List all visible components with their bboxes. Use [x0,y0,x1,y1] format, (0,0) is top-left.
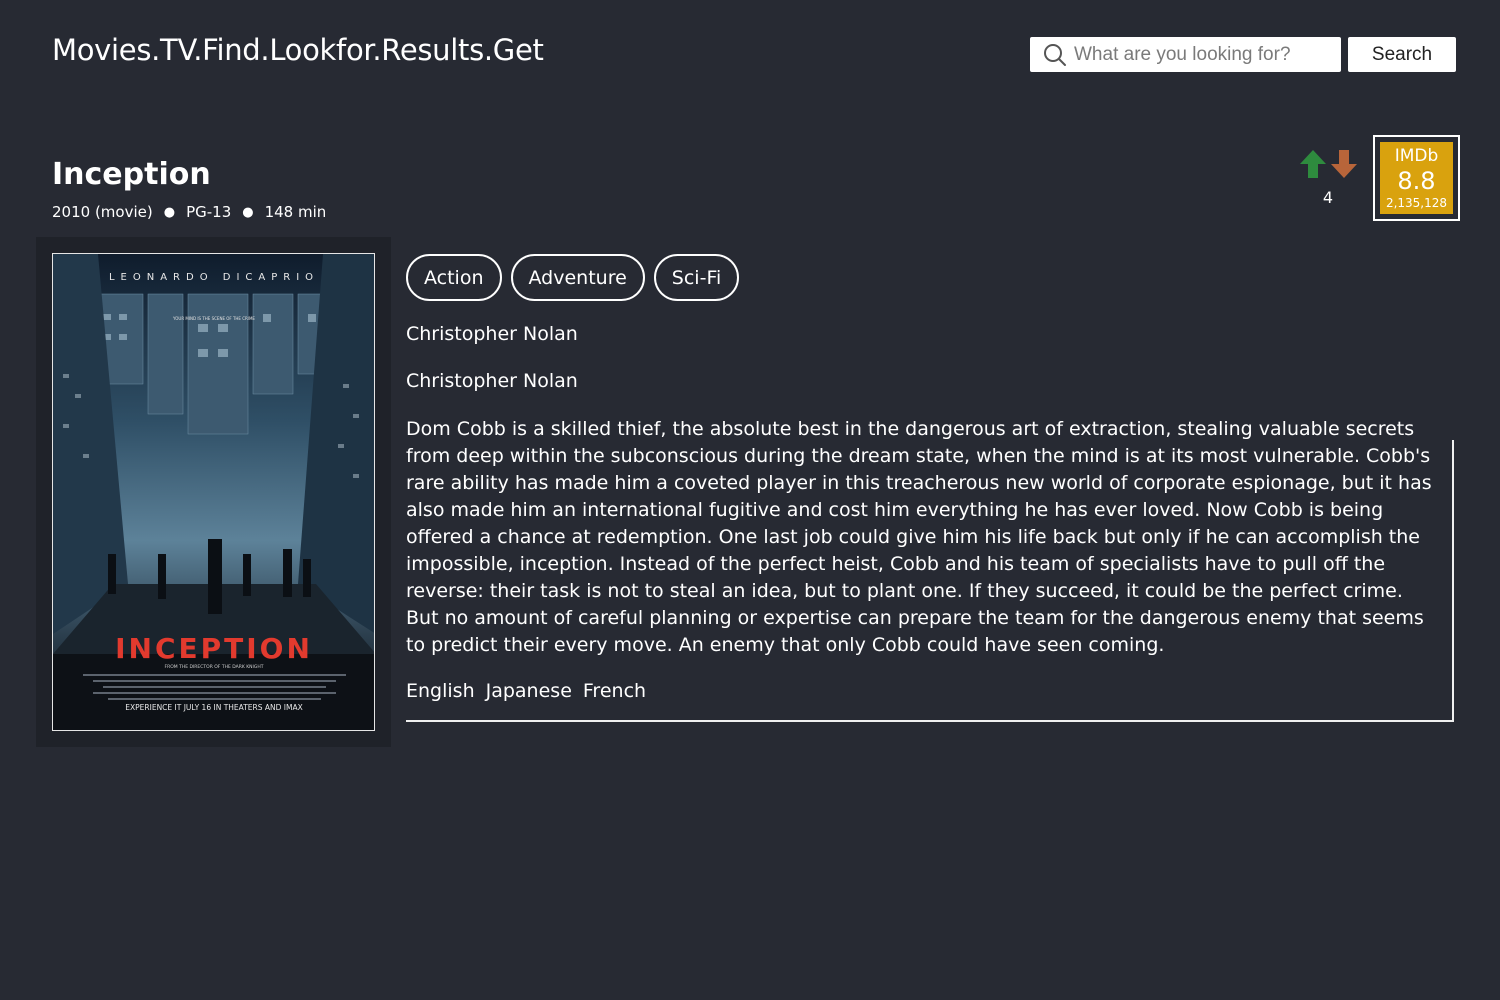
vote-widget: 4 [1296,148,1360,212]
vote-count: 4 [1322,188,1334,207]
meta-separator: ● [242,204,254,220]
language-item: English [406,680,475,702]
site-title[interactable]: Movies.TV.Find.Lookfor.Results.Get [52,33,544,67]
search-button[interactable]: Search [1348,37,1456,72]
search-box[interactable] [1030,37,1341,72]
genre-list: Action Adventure Sci-Fi [406,254,748,301]
plot-summary: Dom Cobb is a skilled thief, the absolut… [406,418,1432,656]
poster-tagline: YOUR MIND IS THE SCENE OF THE CRIME [172,316,255,321]
poster-artwork: LEONARDO DICAPRIO YOUR MIND IS THE SCENE… [53,254,374,730]
genre-tag[interactable]: Sci-Fi [653,254,740,301]
language-list: English Japanese French [406,680,657,702]
arrow-down-icon[interactable] [1329,148,1359,180]
poster-frame: LEONARDO DICAPRIO YOUR MIND IS THE SCENE… [36,237,391,747]
movie-meta: 2010 (movie) ● PG-13 ● 148 min [52,203,326,221]
imdb-badge-inner: IMDb 8.8 2,135,128 [1380,142,1453,214]
director-name: Christopher Nolan [406,323,578,345]
poster-title-text: INCEPTION [115,632,313,665]
search-icon [1044,44,1066,66]
genre-tag[interactable]: Action [406,254,502,301]
imdb-vote-count: 2,135,128 [1385,196,1448,210]
movie-poster: LEONARDO DICAPRIO YOUR MIND IS THE SCENE… [52,253,375,731]
imdb-score: 8.8 [1397,167,1436,195]
arrow-up-icon[interactable] [1298,148,1328,180]
poster-subtitle: FROM THE DIRECTOR OF THE DARK KNIGHT [165,664,264,670]
search-input[interactable] [1074,37,1336,72]
movie-title: Inception [52,157,211,192]
genre-tag[interactable]: Adventure [510,254,645,301]
language-item: French [582,680,647,702]
writer-name: Christopher Nolan [406,370,578,392]
poster-actor-text: LEONARDO DICAPRIO [109,272,319,283]
imdb-badge[interactable]: IMDb 8.8 2,135,128 [1373,135,1460,221]
movie-rating: PG-13 [186,203,232,221]
movie-year-type: 2010 (movie) [52,203,153,221]
meta-separator: ● [163,204,176,220]
poster-release-text: EXPERIENCE IT JULY 16 IN THEATERS AND IM… [125,703,302,712]
imdb-label: IMDb [1394,146,1439,166]
language-item: Japanese [485,680,572,702]
movie-runtime: 148 min [264,203,327,221]
